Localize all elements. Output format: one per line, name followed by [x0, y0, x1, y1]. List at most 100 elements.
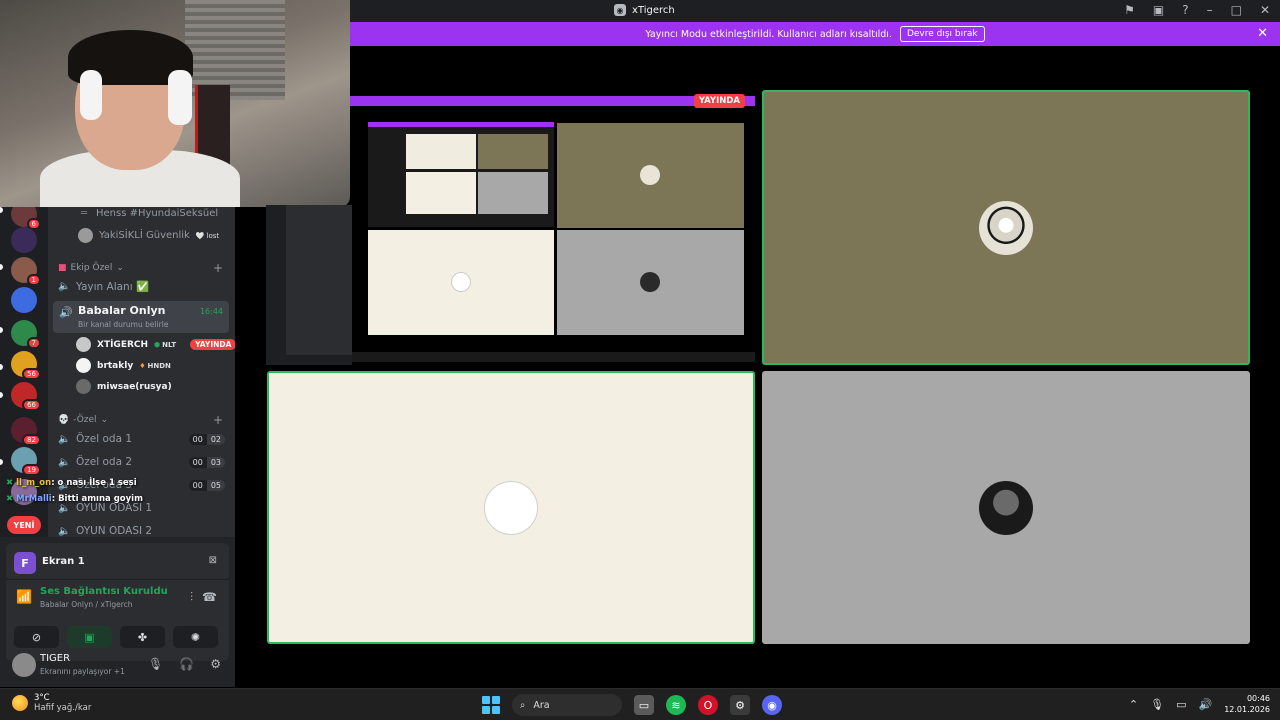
voice-user[interactable]: brtakly ♦ HNDN	[76, 358, 171, 373]
mic-icon[interactable]: 🎙	[1150, 698, 1164, 711]
user-panel: F Ekran 1 ⊠ 📶 Ses Bağlantısı Kuruldu Bab…	[0, 537, 235, 687]
avatar	[78, 228, 93, 243]
weather-widget[interactable]: 3°C Hafif yağ./kar	[12, 693, 91, 713]
avatar	[76, 379, 91, 394]
stop-share-icon[interactable]: ⊠	[209, 555, 217, 566]
voice-location[interactable]: Babalar Onlyn / xTigerch	[40, 600, 133, 609]
gear-icon[interactable]: ⚙	[210, 657, 221, 671]
category-ozel[interactable]: 💀 -Özel ⌄	[58, 415, 108, 425]
chat-text: : o nası İlse 1 sesi	[51, 478, 137, 488]
clock[interactable]: 00:46 12.01.2026	[1224, 693, 1270, 715]
participant-tile-brtakly[interactable]	[267, 371, 755, 644]
nested-channel-list	[286, 205, 352, 355]
signal-icon[interactable]: 📶	[16, 590, 32, 605]
category-ekip-ozel[interactable]: ■ Ekip Özel ⌄	[58, 263, 124, 273]
channel-name: Babalar Onlyn	[78, 304, 166, 317]
chat-overlay-line: ✖ MrMalli: Bitti amına goyim	[6, 494, 143, 504]
disable-streamer-mode-button[interactable]: Devre dışı bırak	[899, 26, 985, 42]
stream-tile-xtigerch[interactable]: YAYINDA	[350, 90, 755, 365]
noise-suppression-icon[interactable]: ⫶	[190, 590, 193, 605]
voice-user[interactable]: XTİGERCH ⬢ NLT YAYINDA	[76, 337, 235, 352]
nested-taskbar	[350, 352, 755, 362]
screen-share-card[interactable]: F Ekran 1 ⊠	[6, 543, 229, 581]
server-icon[interactable]: 82	[11, 417, 41, 446]
avatar[interactable]	[12, 653, 36, 677]
opera-icon[interactable]: O	[698, 695, 718, 715]
live-badge: YAYINDA	[693, 94, 745, 108]
windows-icon[interactable]	[482, 696, 500, 714]
server-badge: 66	[22, 399, 41, 411]
discord-icon[interactable]: ◉	[762, 695, 782, 715]
channel-status[interactable]: Bir kanal durumu belirle	[78, 320, 168, 329]
channel-item[interactable]: ═ Henss #HyundaiSeksüel	[78, 208, 218, 219]
network-icon[interactable]: ▭	[1176, 698, 1186, 711]
taskbar: 3°C Hafif yağ./kar ⌕ Ara ▭ ≋ O ⚙ ◉ ⌃ 🎙 ▭…	[0, 688, 1280, 720]
voice-channel-babalar-onlyn[interactable]: 🔊 Babalar Onlyn Bir kanal durumu belirle…	[53, 301, 229, 333]
user-tag-text: lost	[206, 231, 220, 240]
minimize-icon[interactable]: –	[1207, 3, 1213, 17]
mic-icon[interactable]: 🎙	[148, 657, 163, 671]
channel-user-item[interactable]: YakiSİKLİ Güvenlik 🤍 lost	[78, 228, 219, 243]
voice-channel-oyun-odasi-2[interactable]: 🔈 OYUN ODASI 2	[58, 525, 152, 537]
weather-temp: 3°C	[34, 693, 50, 703]
chat-user: MrMalli	[16, 494, 52, 504]
server-icon[interactable]	[11, 287, 37, 313]
voice-channel-ozel-oda-1[interactable]: 🔈 Özel oda 1	[58, 433, 132, 445]
server-icon[interactable]: 7	[11, 320, 41, 349]
voice-channel-yayin-alani[interactable]: 🔈 Yayın Alanı ✅	[58, 280, 149, 293]
channel-name: Özel oda 2	[76, 456, 133, 468]
moderator-icon: ✖	[6, 494, 14, 504]
tiger-avatar	[640, 165, 660, 185]
activity-icon[interactable]: ✤	[120, 626, 165, 648]
speaker-icon: 🔈	[58, 433, 71, 445]
taskbar-search[interactable]: ⌕ Ara	[512, 694, 622, 716]
nested-preview	[368, 122, 554, 227]
participant-tile-tiger[interactable]	[762, 90, 1250, 365]
soundboard-icon[interactable]: ✺	[173, 626, 218, 648]
new-servers-pill[interactable]: YENİ	[7, 516, 41, 534]
participant-tile-miwsae[interactable]	[762, 371, 1250, 644]
user-max: 02	[206, 434, 225, 445]
moderator-icon: ✖	[6, 478, 14, 488]
steam-icon[interactable]: ⚙	[730, 695, 750, 715]
server-icon[interactable]	[11, 227, 37, 253]
camera-off-icon[interactable]: ⊘	[14, 626, 59, 648]
voice-status[interactable]: Ses Bağlantısı Kuruldu	[40, 586, 168, 597]
chat-user: ll_m_on	[16, 478, 52, 488]
chevron-up-icon[interactable]: ⌃	[1129, 698, 1138, 711]
close-icon[interactable]: ✕	[1260, 3, 1270, 17]
headphones-icon[interactable]: 🎧	[179, 657, 194, 671]
screen-share-icon[interactable]: ▣	[67, 626, 112, 648]
plus-icon[interactable]: +	[213, 261, 223, 275]
banner-message: Yayıncı Modu etkinleştirildi. Kullanıcı …	[645, 28, 892, 40]
server-icon[interactable]: 66	[11, 382, 41, 411]
voice-user[interactable]: miwsae(rusya)	[76, 379, 172, 394]
server-icon[interactable]: 1	[11, 257, 41, 286]
speaker-icon: 🔈	[58, 525, 71, 537]
account-panel[interactable]: TIGER Ekranını paylaşıyor +1 🎙 🎧 ⚙	[6, 649, 229, 685]
discord-logo-icon: ◉	[614, 4, 626, 16]
voice-channel-ozel-oda-2[interactable]: 🔈 Özel oda 2	[58, 456, 132, 468]
maximize-icon[interactable]: □	[1231, 3, 1242, 17]
flag-icon[interactable]: ⚑	[1124, 3, 1135, 17]
server-icon[interactable]: 56	[11, 351, 41, 380]
clock-time: 00:46	[1246, 694, 1270, 703]
channel-timer: 16:44	[199, 307, 223, 316]
help-icon[interactable]: ?	[1182, 3, 1188, 17]
nested-tile-olive	[557, 123, 744, 228]
spotify-icon[interactable]: ≋	[666, 695, 686, 715]
unread-pill	[0, 459, 3, 465]
unread-pill	[0, 207, 3, 213]
unread-pill	[0, 392, 3, 398]
inbox-icon[interactable]: ▣	[1153, 3, 1164, 17]
weather-icon	[12, 695, 28, 711]
text-channel-icon: ═	[80, 208, 88, 219]
banner-close-icon[interactable]: ✕	[1257, 26, 1268, 41]
server-icon[interactable]: 19	[11, 447, 41, 476]
user-tag: ♦ HNDN	[139, 361, 171, 370]
plus-icon[interactable]: +	[213, 413, 223, 427]
file-explorer-icon[interactable]: ▭	[634, 695, 654, 715]
hangup-icon[interactable]: ☎	[202, 590, 217, 604]
headset-right	[168, 70, 192, 125]
volume-icon[interactable]: 🔊	[1198, 698, 1212, 711]
